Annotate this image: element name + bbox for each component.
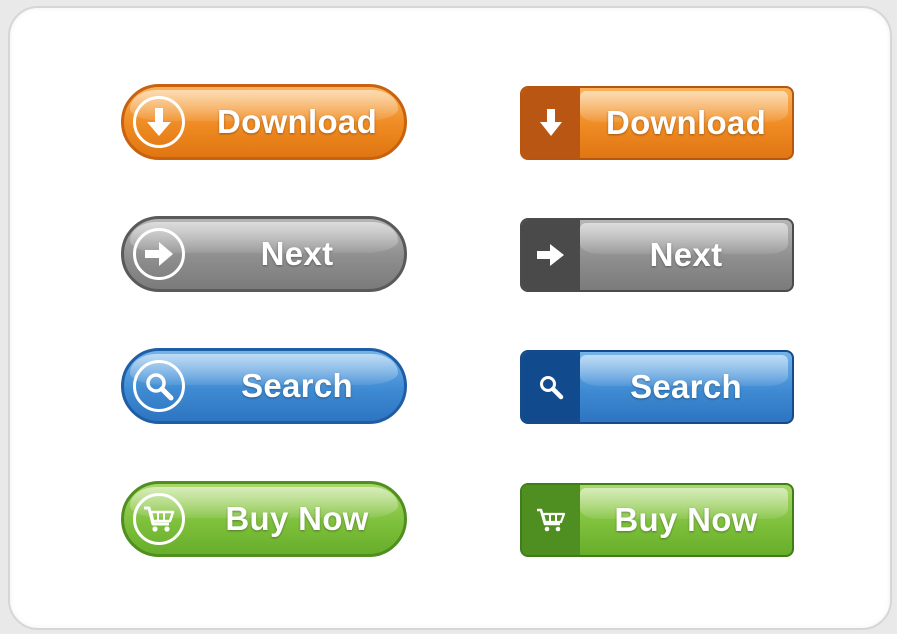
search-button-pill[interactable]: Search: [121, 348, 407, 424]
buy-now-button-rect[interactable]: Buy Now: [520, 483, 794, 557]
next-label: Next: [649, 236, 723, 273]
buy-now-button-pill[interactable]: Buy Now: [121, 481, 407, 557]
next-button-pill[interactable]: Next: [121, 216, 407, 292]
next-button-rect[interactable]: Next: [520, 218, 794, 292]
cart-icon: [522, 485, 580, 555]
magnifier-icon: [522, 352, 580, 422]
download-button-pill[interactable]: Download: [121, 84, 407, 160]
cart-circle-icon: [133, 493, 185, 545]
buy-now-label: Buy Now: [225, 500, 369, 537]
arrow-down-icon: [522, 88, 580, 158]
magnifier-circle-icon: [133, 360, 185, 412]
search-button-rect[interactable]: Search: [520, 350, 794, 424]
buy-now-label: Buy Now: [614, 501, 758, 538]
button-set-panel: Download Download Next Next Search Searc…: [8, 6, 892, 630]
search-label: Search: [241, 367, 353, 404]
search-label: Search: [630, 368, 742, 405]
download-button-rect[interactable]: Download: [520, 86, 794, 160]
download-label: Download: [605, 104, 767, 141]
download-label: Download: [216, 103, 378, 140]
next-label: Next: [260, 235, 334, 272]
arrow-right-circle-icon: [133, 228, 185, 280]
arrow-right-icon: [522, 220, 580, 290]
arrow-down-circle-icon: [133, 96, 185, 148]
